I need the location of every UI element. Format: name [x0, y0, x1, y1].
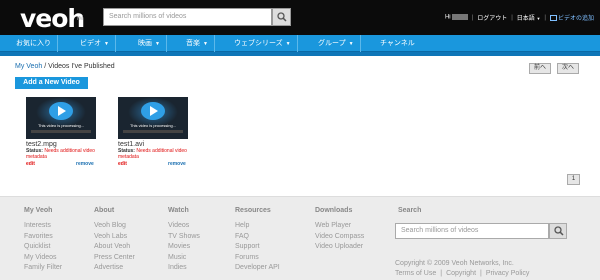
footer-link[interactable]: Press Center — [94, 253, 135, 264]
footer-link[interactable]: About Veoh — [94, 242, 135, 253]
footer-link[interactable]: Quicklist — [24, 242, 62, 253]
video-thumbnail[interactable]: This video is processing... — [26, 97, 96, 139]
search-icon — [554, 226, 564, 236]
footer-col-about: About Veoh Blog Veoh Labs About Veoh Pre… — [94, 207, 135, 274]
next-page-button[interactable]: 次へ — [557, 63, 580, 74]
footer-link[interactable]: Veoh Blog — [94, 221, 135, 232]
chevron-down-icon: ▼ — [155, 41, 160, 47]
logo-trademark: TM — [76, 16, 84, 22]
remove-link[interactable]: remove — [168, 161, 186, 167]
footer-search-input[interactable]: Search millions of videos — [395, 223, 549, 239]
footer-col-my-veoh: My Veoh Interests Favorites Quicklist My… — [24, 207, 62, 274]
footer-heading: My Veoh — [24, 207, 53, 214]
chevron-down-icon: ▼ — [285, 41, 291, 47]
language-selector[interactable]: 日本語 ▼ — [517, 13, 541, 22]
processing-text: This video is processing... — [37, 123, 85, 128]
nav-web-series[interactable]: ウェブシリーズ ▼ — [228, 35, 298, 52]
video-status: Status: Needs additional video metadata — [26, 148, 95, 160]
copyright-text: Copyright © 2009 Veoh Networks, Inc. — [395, 260, 514, 267]
chevron-down-icon: ▼ — [348, 41, 354, 47]
footer-col-search: Search — [398, 207, 421, 221]
footer-link[interactable]: Support — [235, 242, 280, 253]
video-card: This video is processing... test2.mpg St… — [26, 97, 104, 168]
video-title[interactable]: test2.mpg — [26, 141, 104, 148]
remove-link[interactable]: remove — [76, 161, 94, 167]
nav-videos[interactable]: ビデオ ▼ — [74, 35, 116, 52]
chevron-down-icon: ▼ — [203, 41, 208, 47]
breadcrumb-my-veoh[interactable]: My Veoh — [15, 63, 42, 70]
header-links: Hi | ログアウト | 日本語 ▼ | ビデオの追加 — [444, 13, 594, 22]
footer-link[interactable]: Developer API — [235, 263, 280, 274]
upload-icon — [549, 15, 557, 22]
video-card: This video is processing... test1.avi St… — [118, 97, 196, 168]
nav-channels[interactable]: チャンネル — [374, 35, 421, 52]
footer-col-downloads: Downloads Web Player Video Compass Video… — [315, 207, 364, 253]
footer-heading: About — [94, 207, 115, 214]
footer-heading: Downloads — [315, 207, 353, 214]
play-icon — [49, 102, 73, 120]
search-icon — [277, 12, 287, 22]
footer-heading: Resources — [235, 207, 271, 214]
footer-link[interactable]: Advertise — [94, 263, 135, 274]
terms-link[interactable]: Terms of Use — [395, 270, 436, 277]
edit-link[interactable]: edit — [26, 161, 35, 167]
footer-heading: Search — [398, 207, 422, 214]
footer-link[interactable]: Videos — [168, 221, 200, 232]
nav-groups[interactable]: グループ ▼ — [312, 35, 361, 52]
footer-heading: Watch — [168, 207, 189, 214]
copyright-link[interactable]: Copyright — [446, 270, 476, 277]
edit-link[interactable]: edit — [118, 161, 127, 167]
progress-bar — [31, 130, 91, 133]
privacy-link[interactable]: Privacy Policy — [486, 270, 530, 277]
header-search-button[interactable] — [272, 8, 291, 26]
nav-movies[interactable]: 映画 ▼ — [132, 35, 167, 52]
footer: My Veoh Interests Favorites Quicklist My… — [0, 196, 600, 280]
nav-music[interactable]: 音楽 ▼ — [180, 35, 215, 52]
add-new-video-button[interactable]: Add a New Video — [15, 77, 88, 89]
footer-link[interactable]: Movies — [168, 242, 200, 253]
veoh-logo[interactable]: veoh — [20, 4, 85, 33]
footer-link[interactable]: Help — [235, 221, 280, 232]
chevron-down-icon: ▼ — [104, 41, 109, 47]
video-title[interactable]: test1.avi — [118, 141, 196, 148]
footer-link[interactable]: My Videos — [24, 253, 62, 264]
footer-col-resources: Resources Help FAQ Support Forums Develo… — [235, 207, 280, 274]
footer-link[interactable]: TV Shows — [168, 232, 200, 243]
footer-link[interactable]: Favorites — [24, 232, 62, 243]
logout-link[interactable]: ログアウト — [477, 13, 507, 22]
footer-link[interactable]: Forums — [235, 253, 280, 264]
play-icon — [141, 102, 165, 120]
footer-link[interactable]: FAQ — [235, 232, 280, 243]
footer-link[interactable]: Veoh Labs — [94, 232, 135, 243]
footer-link[interactable]: Music — [168, 253, 200, 264]
progress-bar — [123, 130, 183, 133]
footer-link[interactable]: Video Compass — [315, 232, 364, 243]
page-number-button[interactable]: 1 — [567, 174, 580, 185]
page-title: Videos I've Published — [48, 63, 115, 70]
top-header: veoh TM Search millions of videos Hi | ロ… — [0, 0, 600, 35]
chevron-down-icon: ▼ — [536, 16, 541, 21]
footer-col-watch: Watch Videos TV Shows Movies Music Indie… — [168, 207, 200, 274]
main-nav: お気に入り ビデオ ▼ 映画 ▼ 音楽 ▼ ウェブシリーズ ▼ グループ ▼ チャンネル — [0, 35, 600, 52]
nav-sub-band — [0, 52, 600, 56]
breadcrumb: My Veoh / Videos I've Published — [15, 63, 115, 70]
user-greeting: Hi — [445, 14, 468, 21]
blurred-username — [451, 14, 468, 21]
prev-page-button[interactable]: 前へ — [529, 63, 552, 74]
footer-link[interactable]: Web Player — [315, 221, 364, 232]
video-thumbnail[interactable]: This video is processing... — [118, 97, 188, 139]
footer-search-button[interactable] — [549, 223, 567, 239]
header-search-input[interactable]: Search millions of videos — [103, 8, 272, 26]
nav-favorites[interactable]: お気に入り — [10, 35, 58, 52]
video-status: Status: Needs additional video metadata — [118, 148, 187, 160]
add-video-link[interactable]: ビデオの追加 — [549, 13, 594, 22]
footer-link[interactable]: Video Uploader — [315, 242, 364, 253]
legal-links: Terms of Use | Copyright | Privacy Policy — [395, 270, 530, 277]
processing-text: This video is processing... — [129, 123, 177, 128]
footer-link[interactable]: Indies — [168, 263, 200, 274]
footer-link[interactable]: Interests — [24, 221, 62, 232]
footer-link[interactable]: Family Filter — [24, 263, 62, 274]
